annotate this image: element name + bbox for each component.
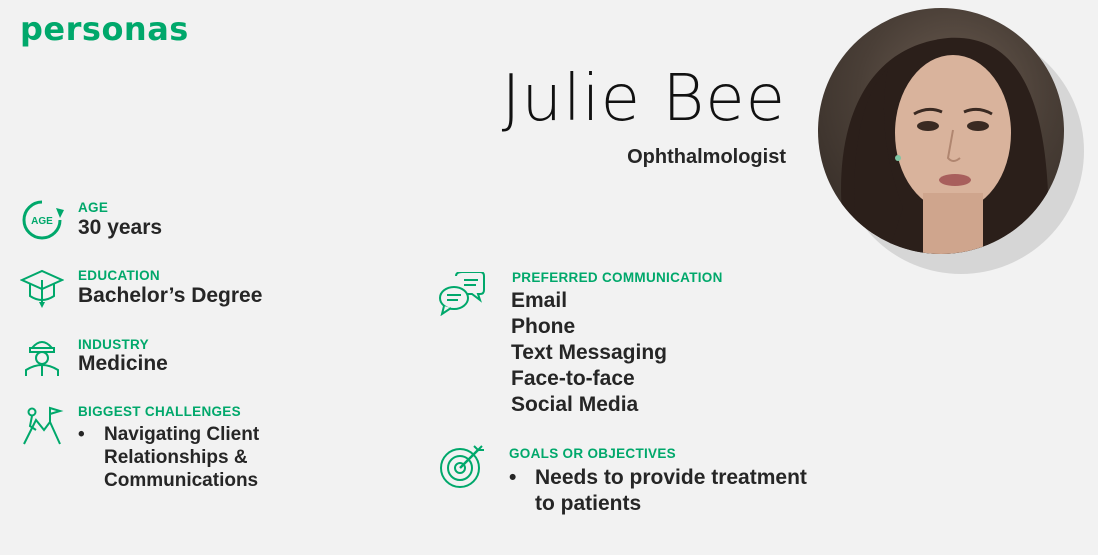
climber-icon <box>20 402 64 446</box>
communication-item: Phone <box>511 315 576 338</box>
industry-label: INDUSTRY <box>78 337 149 352</box>
challenges-label: BIGGEST CHALLENGES <box>78 404 241 419</box>
persona-photo <box>818 8 1064 254</box>
age-icon: AGE <box>20 198 64 242</box>
communication-label: PREFERRED COMMUNICATION <box>512 270 723 285</box>
education-label: EDUCATION <box>78 268 160 283</box>
communication-item: Social Media <box>511 393 639 416</box>
age-value: 30 years <box>78 216 163 239</box>
persona-name: Julie Bee <box>501 62 786 136</box>
chat-bubbles-icon <box>438 271 485 317</box>
persona-role: Ophthalmologist <box>627 146 786 168</box>
portrait-image <box>841 37 1049 254</box>
worker-icon <box>20 334 64 378</box>
communication-item: Text Messaging <box>511 341 667 364</box>
age-label: AGE <box>78 200 109 215</box>
target-icon <box>438 442 484 488</box>
goal-item: Needs to provide treatment to patients <box>509 465 809 517</box>
graduation-cap-icon <box>19 266 65 310</box>
communication-item: Email <box>511 289 568 312</box>
brand-title: personas <box>20 10 189 48</box>
goals-list: Needs to provide treatment to patients <box>509 465 809 517</box>
challenge-item: Navigating Client Relationships & Commun… <box>78 423 308 492</box>
education-value: Bachelor’s Degree <box>78 284 263 307</box>
challenges-list: Navigating Client Relationships & Commun… <box>78 423 308 492</box>
age-icon-text: AGE <box>31 216 53 227</box>
industry-value: Medicine <box>78 352 168 375</box>
communication-item: Face-to-face <box>511 367 635 390</box>
communication-list: Email Phone Text Messaging Face-to-face … <box>511 288 667 418</box>
goals-label: GOALS OR OBJECTIVES <box>509 446 676 461</box>
